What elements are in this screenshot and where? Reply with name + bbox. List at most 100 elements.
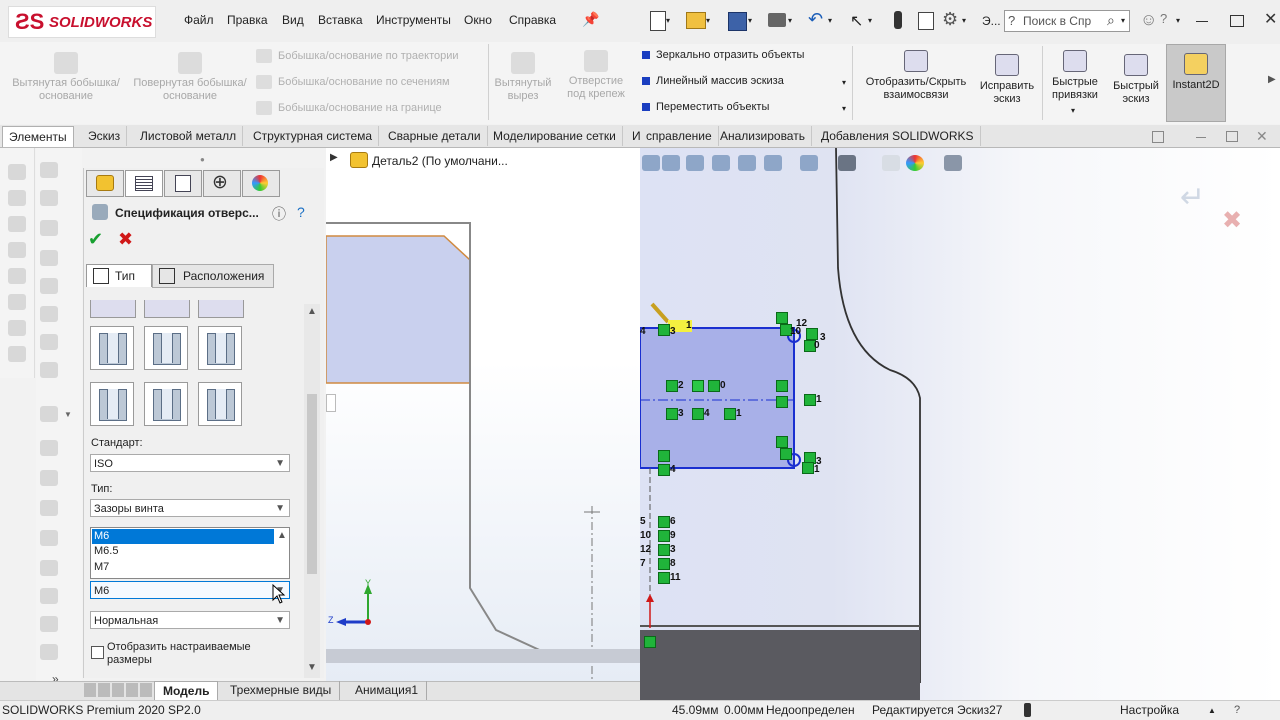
- draft-icon[interactable]: [40, 250, 58, 266]
- relation-marker[interactable]: [658, 450, 670, 462]
- relation-marker[interactable]: [708, 380, 720, 392]
- tab-model[interactable]: Модель: [154, 681, 219, 702]
- hole-type-hole-icon[interactable]: [198, 300, 244, 318]
- chevron-down-icon[interactable]: ▾: [962, 16, 966, 25]
- close-window-icon[interactable]: ✕: [1264, 9, 1277, 29]
- relation-marker[interactable]: [776, 312, 788, 324]
- confirm-sketch-icon[interactable]: ↵: [1180, 180, 1205, 215]
- size-option-selected[interactable]: M6: [92, 529, 274, 544]
- curves-icon[interactable]: [40, 440, 58, 456]
- extruded-cut-button[interactable]: Вытянутый вырез: [490, 52, 556, 103]
- section-view-icon[interactable]: [40, 500, 58, 516]
- dynamic-annotation-icon[interactable]: [738, 155, 756, 171]
- chevron-down-icon[interactable]: ▾: [788, 16, 792, 25]
- chevron-down-icon[interactable]: ▾: [828, 16, 832, 25]
- tab-mesh-modeling[interactable]: Моделирование сетки: [487, 126, 623, 146]
- render-icon[interactable]: [40, 644, 58, 660]
- ribbon-scroll-right-icon[interactable]: ▶: [1268, 74, 1276, 85]
- relation-marker[interactable]: [666, 380, 678, 392]
- undo-icon[interactable]: ↶: [808, 9, 823, 30]
- ok-check-icon[interactable]: ✔: [88, 229, 103, 250]
- repair-sketch-button[interactable]: Исправить эскиз: [974, 54, 1040, 106]
- search-box[interactable]: ? Поиск в Спр ⌕ ▾: [1004, 10, 1130, 32]
- hole-wizard-button[interactable]: Отверстие под крепеж: [560, 50, 632, 101]
- scene-icon[interactable]: [40, 616, 58, 632]
- relation-marker[interactable]: [666, 408, 678, 420]
- type-combo[interactable]: Зазоры винта ▼: [90, 499, 290, 517]
- sketch-shortcut-icon[interactable]: [8, 164, 26, 180]
- property-manager-tab[interactable]: [125, 170, 163, 197]
- rib-icon[interactable]: [40, 220, 58, 236]
- open-folder-icon[interactable]: [686, 12, 706, 29]
- previous-view-icon[interactable]: [686, 155, 704, 171]
- spline-tool-icon[interactable]: [8, 320, 26, 336]
- loft-boss-button[interactable]: Бобышка/основание по сечениям: [256, 75, 450, 89]
- tab-features[interactable]: Элементы: [2, 126, 74, 147]
- pattern-icon[interactable]: [40, 190, 58, 206]
- smart-dimension-icon[interactable]: [8, 190, 26, 206]
- trim-tool-icon[interactable]: [8, 346, 26, 362]
- relation-marker[interactable]: [806, 328, 818, 340]
- search-icon[interactable]: ⌕: [1107, 12, 1115, 29]
- help-status-icon[interactable]: ?: [1234, 704, 1240, 716]
- tab-3d-views[interactable]: Трехмерные виды: [222, 681, 341, 700]
- tab-weldments[interactable]: Сварные детали: [382, 126, 488, 146]
- relation-marker[interactable]: [776, 380, 788, 392]
- tab-navigation-arrows[interactable]: [84, 683, 152, 697]
- dimxpert-tab[interactable]: ⊕: [203, 170, 241, 197]
- help-question-icon[interactable]: ?: [1160, 11, 1167, 26]
- edit-appearance-icon[interactable]: [882, 155, 900, 171]
- standard-combo[interactable]: ISO ▼: [90, 454, 290, 472]
- tab-analyze[interactable]: Анализировать: [714, 126, 812, 146]
- new-document-icon[interactable]: [650, 11, 666, 31]
- display-style-icon[interactable]: [800, 155, 818, 171]
- user-account-icon[interactable]: ☺: [1140, 10, 1157, 30]
- scroll-down-icon[interactable]: ▼: [307, 662, 317, 673]
- custom-sizes-checkbox[interactable]: [91, 646, 104, 659]
- zoom-area-icon[interactable]: [662, 155, 680, 171]
- fillet-icon[interactable]: [40, 162, 58, 178]
- rectangle-tool-icon[interactable]: [8, 242, 26, 258]
- chevron-down-icon[interactable]: ▾: [1176, 16, 1180, 25]
- hole-type-csk-icon[interactable]: [144, 300, 190, 318]
- feature-manager-tab[interactable]: [86, 170, 124, 197]
- file-properties-icon[interactable]: [918, 12, 934, 30]
- hole-type-legacy-icon[interactable]: [198, 326, 242, 370]
- measure-icon[interactable]: [40, 530, 58, 546]
- view-orientation-icon[interactable]: [764, 155, 782, 171]
- select-arrow-icon[interactable]: ↖: [850, 11, 863, 31]
- relation-marker[interactable]: [780, 448, 792, 460]
- relation-marker[interactable]: [724, 408, 736, 420]
- chevron-down-icon[interactable]: ▾: [666, 16, 670, 25]
- view-settings-icon[interactable]: [944, 155, 962, 171]
- hole-type-slot-icon[interactable]: [198, 382, 242, 426]
- reference-geometry-icon[interactable]: [40, 406, 58, 422]
- mirror-feature-icon[interactable]: [40, 362, 58, 378]
- boundary-boss-button[interactable]: Бобышка/основание на границе: [256, 101, 442, 115]
- relation-marker[interactable]: [776, 396, 788, 408]
- hole-type-csk-slot-icon[interactable]: [144, 382, 188, 426]
- tab-partial[interactable]: Ис: [626, 126, 640, 146]
- relation-marker[interactable]: [658, 324, 670, 336]
- scroll-up-icon[interactable]: ▲: [307, 306, 317, 317]
- tree-expand-icon[interactable]: ▶: [330, 152, 338, 163]
- relation-marker[interactable]: [658, 544, 670, 556]
- menu-help[interactable]: Справка: [509, 13, 556, 27]
- display-relations-button[interactable]: Отобразить/Скрыть взаимосвязи: [858, 50, 974, 102]
- tab-evaluate-partial[interactable]: справление: [640, 126, 719, 146]
- doc-maximize-icon[interactable]: [1226, 131, 1238, 142]
- menu-edit[interactable]: Правка: [227, 13, 268, 27]
- pm-grip-icon[interactable]: ●: [200, 155, 205, 164]
- chevron-down-icon[interactable]: ▾: [748, 16, 752, 25]
- hole-type-cbore-slot-icon[interactable]: [90, 382, 134, 426]
- minimize-window-icon[interactable]: [1196, 21, 1208, 22]
- relation-marker[interactable]: [658, 558, 670, 570]
- quick-snaps-button[interactable]: Быстрые привязки: [1044, 50, 1106, 102]
- relation-marker[interactable]: [658, 516, 670, 528]
- relation-marker[interactable]: [692, 380, 704, 392]
- extrude-boss-button[interactable]: Вытянутая бобышка/основание: [6, 52, 126, 103]
- size-option[interactable]: M7: [92, 561, 109, 573]
- list-scroll-up-icon[interactable]: ▲: [277, 530, 287, 541]
- pm-tab-positions[interactable]: Расположения: [152, 264, 274, 288]
- pm-scrollbar[interactable]: ▲ ▼: [304, 304, 320, 678]
